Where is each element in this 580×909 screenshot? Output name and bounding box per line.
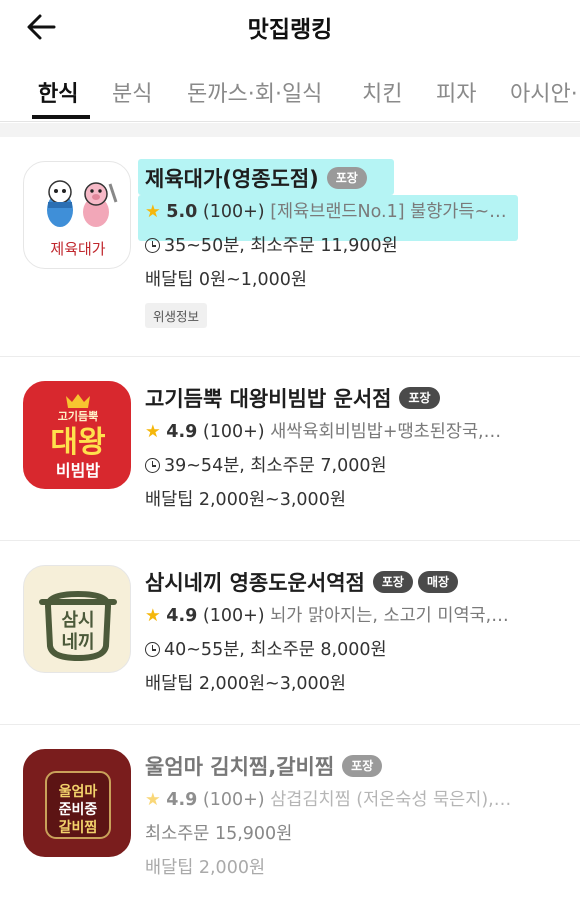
star-icon: ★ <box>145 790 161 810</box>
review-count: (100+) <box>202 202 265 222</box>
logo-text: 고기듬뿍 <box>58 409 98 423</box>
active-tab-indicator <box>32 115 90 119</box>
restaurant-card[interactable]: 제육대가 제육대가(영종도점) 포장 ★ 5.0 (100+) [제육브랜드No… <box>0 137 580 357</box>
section-divider <box>0 123 580 137</box>
rating-line: ★ 4.9 (100+) 뇌가 맑아지는, 소고기 미역국,… <box>145 599 560 633</box>
dine-in-badge: 매장 <box>417 571 459 593</box>
logo-text: 대왕 <box>50 425 105 460</box>
delivery-time-line: 40~55분, 최소주문 8,000원 <box>145 633 560 667</box>
star-icon: ★ <box>145 422 161 442</box>
takeout-badge: 포장 <box>372 571 413 593</box>
takeout-badge: 포장 <box>326 167 367 189</box>
delivery-time: 40~55분, 최소주문 8,000원 <box>164 640 387 660</box>
logo-text: 비빔밥 <box>56 461 100 480</box>
restaurant-info: 제육대가(영종도점) 포장 ★ 5.0 (100+) [제육브랜드No.1] 불… <box>145 161 560 328</box>
restaurant-info: 울엄마 김치찜,갈비찜 포장 ★ 4.9 (100+) 삼겹김치찜 (저온숙성 … <box>145 749 560 885</box>
tab-pizza[interactable]: 피자 <box>436 76 476 108</box>
star-icon: ★ <box>145 202 161 222</box>
restaurant-card[interactable]: 삼시 네끼 삼시네끼 영종도운서역점 포장 매장 ★ 4.9 (100+) 뇌가… <box>0 541 580 725</box>
rating-line: ★ 4.9 (100+) 새싹육회비빔밥+땡초된장국,… <box>145 415 560 449</box>
logo-text: 울엄마 <box>59 783 98 800</box>
review-count: (100+) <box>202 606 265 626</box>
delivery-time: 39~54분, 최소주문 7,000원 <box>164 456 387 476</box>
delivery-time-line: 39~54분, 최소주문 7,000원 <box>145 449 560 483</box>
restaurant-info: 삼시네끼 영종도운서역점 포장 매장 ★ 4.9 (100+) 뇌가 맑아지는,… <box>145 565 560 701</box>
logo-text: 네끼 <box>61 632 94 653</box>
app-header: 맛집랭킹 <box>0 0 580 56</box>
restaurant-card[interactable]: 고기듬뿍 대왕 비빔밥 고기듬뿍 대왕비빔밥 운서점 포장 ★ 4.9 (100… <box>0 357 580 541</box>
logo-text: 제육대가 <box>50 240 105 258</box>
restaurant-logo: 삼시 네끼 <box>23 565 131 673</box>
delivery-tip: 배달팁 2,000원 <box>145 858 266 878</box>
menu-description: 삼겹김치찜 (저온숙성 묵은지),… <box>270 790 512 810</box>
category-tabs: 한식 분식 돈까스·회·일식 치킨 피자 아시안· <box>0 62 580 122</box>
takeout-badge: 포장 <box>342 755 383 777</box>
rating-value: 4.9 <box>166 422 198 442</box>
delivery-tip: 배달팁 0원~1,000원 <box>145 270 307 290</box>
delivery-time: 35~50분, 최소주문 11,900원 <box>164 236 398 256</box>
restaurant-name: 울엄마 김치찜,갈비찜 <box>145 755 335 779</box>
menu-description: 뇌가 맑아지는, 소고기 미역국,… <box>270 606 509 626</box>
restaurant-name: 삼시네끼 영종도운서역점 <box>145 571 365 595</box>
clock-icon <box>145 238 160 253</box>
hygiene-tag: 위생정보 <box>145 303 208 328</box>
restaurant-info: 고기듬뿍 대왕비빔밥 운서점 포장 ★ 4.9 (100+) 새싹육회비빔밥+땡… <box>145 381 560 517</box>
tab-chicken[interactable]: 치킨 <box>362 76 402 108</box>
tab-japanese[interactable]: 돈까스·회·일식 <box>187 76 322 108</box>
takeout-badge: 포장 <box>399 387 440 409</box>
delivery-tip: 배달팁 2,000원~3,000원 <box>145 674 346 694</box>
clock-icon <box>145 642 160 657</box>
delivery-time-line: 35~50분, 최소주문 11,900원 <box>145 229 560 263</box>
menu-description: 새싹육회비빔밥+땡초된장국,… <box>270 422 502 442</box>
star-icon: ★ <box>145 606 161 626</box>
min-order: 최소주문 15,900원 <box>145 824 293 844</box>
restaurant-logo: 고기듬뿍 대왕 비빔밥 <box>23 381 131 489</box>
tab-korean[interactable]: 한식 <box>38 76 78 108</box>
restaurant-logo: 제육대가 <box>23 161 131 269</box>
delivery-tip: 배달팁 2,000원~3,000원 <box>145 490 346 510</box>
restaurant-name: 제육대가(영종도점) <box>145 167 319 191</box>
clock-icon <box>145 458 160 473</box>
logo-text: 갈비찜 <box>59 819 98 836</box>
restaurant-name: 고기듬뿍 대왕비빔밥 운서점 <box>145 387 392 411</box>
rating-value: 4.9 <box>166 606 198 626</box>
review-count: (100+) <box>202 790 265 810</box>
tab-asian[interactable]: 아시안· <box>510 76 578 108</box>
rating-value: 4.9 <box>166 790 198 810</box>
rating-line: ★ 5.0 (100+) [제육브랜드No.1] 불향가득~… <box>145 195 560 229</box>
rating-line: ★ 4.9 (100+) 삼겹김치찜 (저온숙성 묵은지),… <box>145 783 560 817</box>
rating-value: 5.0 <box>166 202 198 222</box>
page-title: 맛집랭킹 <box>247 17 333 43</box>
menu-description: [제육브랜드No.1] 불향가득~… <box>270 202 507 222</box>
restaurant-logo: 울엄마 준비중 갈비찜 <box>23 749 131 857</box>
review-count: (100+) <box>202 422 265 442</box>
tab-snack[interactable]: 분식 <box>112 76 152 108</box>
logo-text: 삼시 <box>61 610 94 631</box>
logo-text: 준비중 <box>59 802 98 818</box>
restaurant-card[interactable]: 울엄마 준비중 갈비찜 울엄마 김치찜,갈비찜 포장 ★ 4.9 (100+) … <box>0 725 580 909</box>
